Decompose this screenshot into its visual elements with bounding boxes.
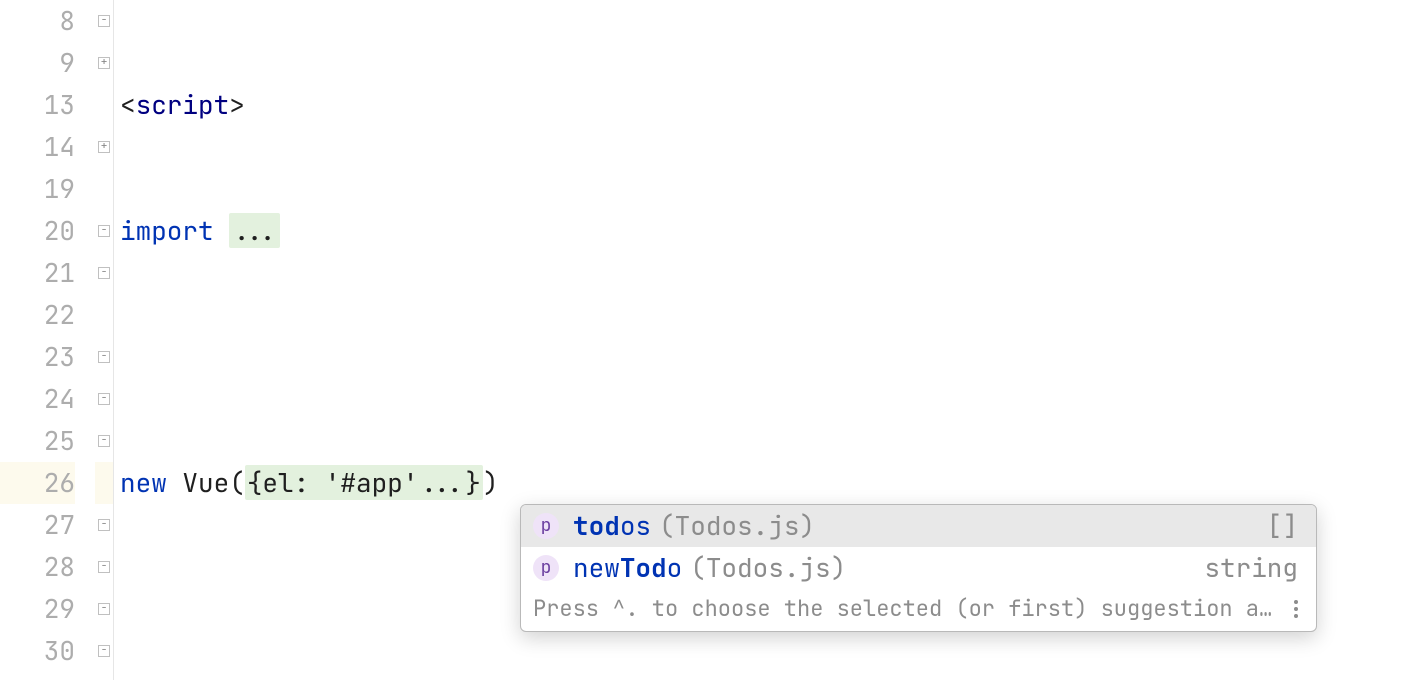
line-number: 27: [0, 504, 75, 546]
fold-toggle[interactable]: [98, 645, 110, 657]
suggestion-type: string: [1204, 547, 1298, 589]
suggestion-location: (Todos.js): [659, 505, 815, 547]
line-number: 28: [0, 546, 75, 588]
folded-region[interactable]: {el: '#app'...}: [245, 465, 483, 500]
property-icon: p: [533, 555, 559, 581]
fold-toggle[interactable]: [98, 57, 110, 69]
line-number: 20: [0, 210, 75, 252]
code-token: <: [120, 87, 136, 122]
footer-hint-text: Press ^. to choose the selected (or firs…: [533, 594, 1275, 623]
fold-column: [95, 0, 114, 680]
kebab-menu-icon[interactable]: [1289, 596, 1304, 622]
fold-toggle[interactable]: [98, 561, 110, 573]
code-token: script: [136, 87, 230, 122]
suggestion-name: newTodo: [573, 547, 682, 589]
line-number: 9: [0, 42, 75, 84]
line-number: 14: [0, 126, 75, 168]
line-number: 8: [0, 0, 75, 42]
line-number: 13: [0, 84, 75, 126]
property-icon: p: [533, 513, 559, 539]
suggestion-rest: os: [620, 508, 651, 543]
fold-toggle[interactable]: [98, 603, 110, 615]
code-token: new: [120, 465, 167, 500]
code-line[interactable]: new Vue({el: '#app'...}): [120, 462, 1412, 504]
code-token: Vue(: [167, 465, 245, 500]
fold-toggle[interactable]: [98, 351, 110, 363]
line-number: 30: [0, 630, 75, 672]
folded-region[interactable]: ...: [229, 213, 280, 248]
line-number: 25: [0, 420, 75, 462]
line-number: 21: [0, 252, 75, 294]
icon-letter: p: [541, 505, 552, 547]
footer-hint: Press ^. to choose the selected (or firs…: [533, 588, 1275, 630]
autocomplete-item[interactable]: p todos (Todos.js) []: [521, 505, 1316, 547]
autocomplete-item[interactable]: p newTodo (Todos.js) string: [521, 547, 1316, 589]
suggestion-prefix: new: [573, 550, 620, 585]
fold-toggle[interactable]: [98, 393, 110, 405]
code-token: ): [483, 465, 499, 500]
suggestion-type: []: [1267, 505, 1298, 547]
suggestion-match: Tod: [620, 550, 667, 585]
line-number: 24: [0, 378, 75, 420]
code-line[interactable]: [120, 336, 1412, 378]
line-number: 19: [0, 168, 75, 210]
fold-toggle[interactable]: [98, 267, 110, 279]
code-token: >: [229, 87, 245, 122]
suggestion-rest: o: [667, 550, 683, 585]
suggestion-location: (Todos.js): [690, 547, 846, 589]
line-number: 23: [0, 336, 75, 378]
fold-toggle[interactable]: [98, 141, 110, 153]
fold-toggle[interactable]: [98, 15, 110, 27]
gutter: 8 9 13 14 19 20 21 22 23 24 25 26 27 28 …: [0, 0, 95, 680]
code-line[interactable]: <script>: [120, 84, 1412, 126]
line-number: 26: [0, 462, 75, 504]
fold-toggle[interactable]: [98, 225, 110, 237]
icon-letter: p: [541, 547, 552, 589]
fold-toggle[interactable]: [98, 435, 110, 447]
line-number: 22: [0, 294, 75, 336]
suggestion-match: tod: [573, 508, 620, 543]
line-number: 29: [0, 588, 75, 630]
code-token: [214, 213, 230, 248]
suggestion-name: todos: [573, 505, 651, 547]
autocomplete-footer: Press ^. to choose the selected (or firs…: [521, 589, 1316, 631]
fold-toggle[interactable]: [98, 519, 110, 531]
code-token: import: [120, 213, 214, 248]
code-line[interactable]: import ...: [120, 210, 1412, 252]
autocomplete-popup[interactable]: p todos (Todos.js) [] p newTodo (Todos.j…: [520, 504, 1317, 632]
